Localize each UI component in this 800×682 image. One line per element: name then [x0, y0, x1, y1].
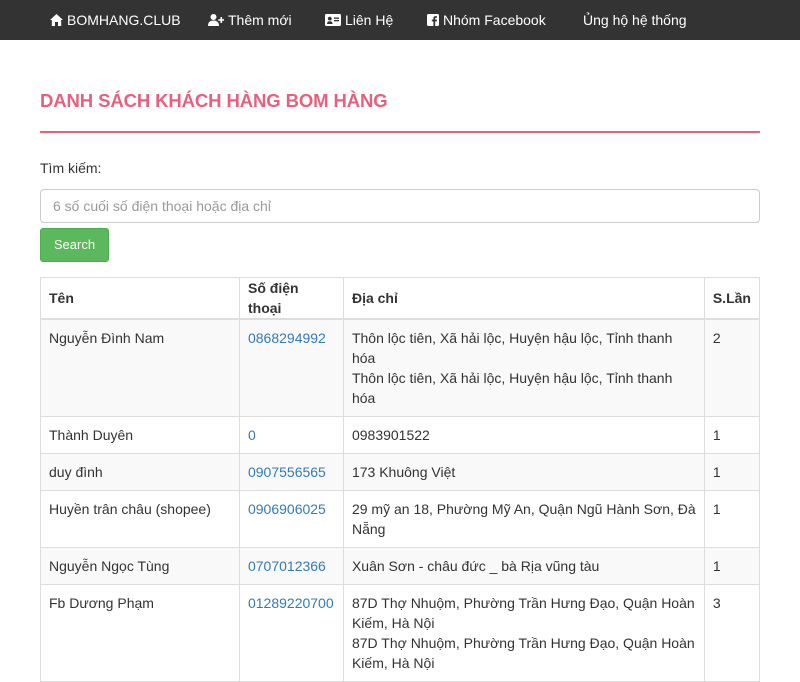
user-plus-icon: [208, 14, 224, 26]
title-divider: [40, 131, 760, 133]
nav-add-new-label: Thêm mới: [228, 11, 292, 28]
nav-brand-label: BOMHANG.CLUB: [67, 11, 181, 28]
nav-facebook-group-label: Nhóm Facebook: [443, 11, 546, 28]
page-title: DANH SÁCH KHÁCH HÀNG BOM HÀNG: [40, 90, 388, 111]
customer-address: Thôn lộc tiên, Xã hải lộc, Huyện hậu lộc…: [342, 318, 705, 417]
customer-address: 173 Khuông Việt: [342, 453, 705, 491]
address-line: Thôn lộc tiên, Xã hải lộc, Huyện hậu lộc…: [351, 330, 673, 366]
customer-name: duy đình: [40, 453, 240, 491]
home-icon: [50, 14, 63, 26]
customer-phone-link[interactable]: 01289220700: [238, 584, 344, 682]
nav-facebook-group-link[interactable]: Nhóm Facebook: [427, 0, 546, 40]
report-count: 3: [703, 584, 761, 682]
table-row: Nguyễn Ngọc Tùng 0707012366 Xuân Sơn - c…: [40, 547, 761, 585]
customer-phone-link[interactable]: 0906906025: [238, 490, 344, 548]
table-row: Nguyễn Đình Nam 0868294992 Thôn lộc tiên…: [40, 318, 761, 417]
column-header-phone: Số điện thoại: [238, 277, 344, 320]
search-input[interactable]: [40, 189, 760, 223]
table-row: Huyền trân châu (shopee) 0906906025 29 m…: [40, 490, 761, 548]
customer-phone-link[interactable]: 0: [238, 416, 344, 454]
customer-name: Huyền trân châu (shopee): [40, 490, 240, 548]
report-count: 1: [703, 416, 761, 454]
report-count: 2: [703, 318, 761, 417]
customer-address: 0983901522: [342, 416, 705, 454]
address-card-icon: [325, 14, 341, 26]
address-line: 173 Khuông Việt: [351, 464, 456, 480]
top-navbar: BOMHANG.CLUB Thêm mới Liên Hệ Nhóm Faceb…: [0, 0, 800, 40]
nav-contact-label: Liên Hệ: [345, 11, 394, 28]
column-header-name: Tên: [40, 277, 240, 320]
address-line: 87D Thợ Nhuộm, Phường Trần Hưng Đạo, Quậ…: [351, 635, 695, 671]
facebook-square-icon: [427, 14, 439, 26]
table-row: Fb Dương Phạm 01289220700 87D Thợ Nhuộm,…: [40, 584, 761, 682]
customer-phone-link[interactable]: 0707012366: [238, 547, 344, 585]
customer-table: Tên Số điện thoại Địa chỉ S.Lần Nguyễn Đ…: [40, 277, 761, 682]
customer-name: Thành Duyên: [40, 416, 240, 454]
address-line: Xuân Sơn - châu đức _ bà Rịa vũng tàu: [351, 558, 600, 574]
customer-name: Fb Dương Phạm: [40, 584, 240, 682]
customer-phone-link[interactable]: 0868294992: [238, 318, 344, 417]
search-label: Tìm kiếm:: [40, 160, 102, 176]
address-line: Thôn lộc tiên, Xã hải lộc, Huyện hậu lộc…: [351, 370, 673, 406]
column-header-address: Địa chỉ: [342, 277, 705, 320]
nav-brand-link[interactable]: BOMHANG.CLUB: [50, 0, 181, 40]
customer-name: Nguyễn Đình Nam: [40, 318, 240, 417]
customer-phone-link[interactable]: 0907556565: [238, 453, 344, 491]
report-count: 1: [703, 490, 761, 548]
address-line: 87D Thợ Nhuộm, Phường Trần Hưng Đạo, Quậ…: [351, 595, 695, 631]
table-row: duy đình 0907556565 173 Khuông Việt 1: [40, 453, 761, 491]
nav-support-link[interactable]: Ủng hộ hệ thống: [583, 0, 687, 40]
search-button[interactable]: Search: [40, 228, 109, 262]
report-count: 1: [703, 453, 761, 491]
customer-address: 87D Thợ Nhuộm, Phường Trần Hưng Đạo, Quậ…: [342, 584, 705, 682]
address-line: 29 mỹ an 18, Phường Mỹ An, Quận Ngũ Hành…: [351, 501, 696, 537]
nav-support-label: Ủng hộ hệ thống: [583, 11, 687, 28]
customer-address: 29 mỹ an 18, Phường Mỹ An, Quận Ngũ Hành…: [342, 490, 705, 548]
address-line: 0983901522: [351, 427, 430, 443]
nav-contact-link[interactable]: Liên Hệ: [325, 0, 393, 40]
customer-address: Xuân Sơn - châu đức _ bà Rịa vũng tàu: [342, 547, 705, 585]
report-count: 1: [703, 547, 761, 585]
table-row: Thành Duyên 0 0983901522 1: [40, 416, 761, 454]
customer-name: Nguyễn Ngọc Tùng: [40, 547, 240, 585]
column-header-count: S.Lần: [703, 277, 761, 320]
nav-add-new-link[interactable]: Thêm mới: [208, 0, 292, 40]
table-header-row: Tên Số điện thoại Địa chỉ S.Lần: [40, 277, 761, 320]
